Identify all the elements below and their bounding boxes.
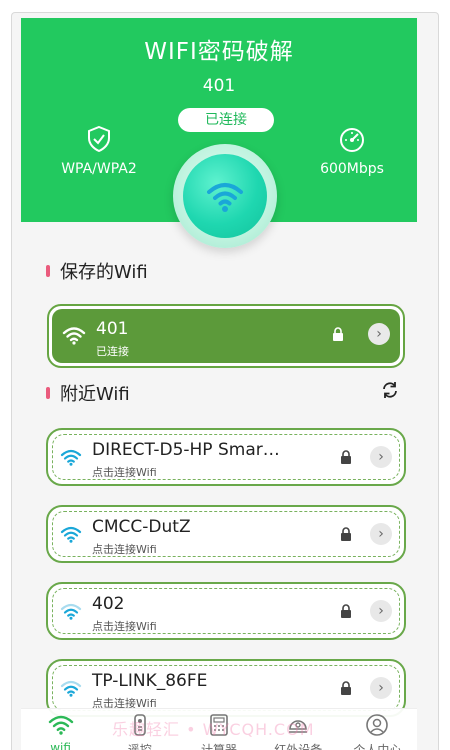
connect-hint: 点击连接Wifi xyxy=(92,620,157,633)
security-stat: WPA/WPA2 xyxy=(39,126,159,177)
speed-stat: 600Mbps xyxy=(292,126,412,177)
connect-orb-button[interactable] xyxy=(173,144,277,248)
tab-label: 遥控 xyxy=(127,743,152,750)
security-type-label: WPA/WPA2 xyxy=(61,161,137,177)
saved-network-status: 已连接 xyxy=(96,345,129,358)
wifi-signal-icon xyxy=(60,449,82,466)
network-name: 402 xyxy=(92,594,125,614)
chevron-right-icon[interactable]: › xyxy=(368,323,390,345)
saved-wifi-title: 保存的Wifi xyxy=(60,262,148,283)
speedometer-icon xyxy=(340,128,364,152)
saved-wifi-heading: 保存的Wifi xyxy=(46,258,148,284)
wifi-icon xyxy=(207,183,243,212)
nearby-wifi-heading: 附近Wifi xyxy=(46,380,130,406)
tab-label: 个人中心 xyxy=(353,743,402,750)
saved-network-inner: 401 已连接 › xyxy=(52,309,400,363)
wifi-icon xyxy=(48,715,73,735)
refresh-icon[interactable] xyxy=(380,380,400,400)
connection-status-badge: 已连接 xyxy=(178,108,274,132)
wifi-signal-icon xyxy=(60,526,82,543)
speed-label: 600Mbps xyxy=(320,161,384,177)
connect-hint: 点击连接Wifi xyxy=(92,543,157,556)
connected-ssid: 401 xyxy=(202,76,236,96)
wifi-signal-icon xyxy=(62,327,86,345)
lock-icon xyxy=(341,450,351,464)
tab-wifi[interactable]: wifi xyxy=(21,709,100,750)
tab-calculator[interactable]: 计算器 xyxy=(179,709,258,750)
saved-network-card[interactable]: 401 已连接 › xyxy=(47,304,405,368)
user-icon xyxy=(366,714,389,736)
tab-remote[interactable]: 遥控 xyxy=(100,709,179,750)
section-marker xyxy=(46,387,50,399)
shield-check-icon xyxy=(88,126,110,152)
chevron-right-icon[interactable]: › xyxy=(370,523,392,545)
infrared-icon xyxy=(289,720,308,733)
saved-network-name: 401 xyxy=(96,319,129,339)
tab-profile[interactable]: 个人中心 xyxy=(338,709,417,750)
nearby-wifi-title: 附近Wifi xyxy=(60,384,130,405)
section-marker xyxy=(46,265,50,277)
nearby-network-card[interactable]: CMCC-DutZ 点击连接Wifi › xyxy=(46,505,406,563)
remote-icon xyxy=(133,714,146,736)
tab-infrared[interactable]: 红外设备 xyxy=(259,709,338,750)
chevron-right-icon[interactable]: › xyxy=(370,446,392,468)
lock-icon xyxy=(341,681,351,695)
lock-icon xyxy=(341,527,351,541)
calculator-icon xyxy=(210,714,228,736)
chevron-right-icon[interactable]: › xyxy=(370,677,392,699)
lock-icon xyxy=(333,327,343,341)
wifi-signal-icon xyxy=(60,603,82,620)
nearby-network-card[interactable]: DIRECT-D5-HP Smar… 点击连接Wifi › xyxy=(46,428,406,486)
chevron-right-icon[interactable]: › xyxy=(370,600,392,622)
header-panel: WIFI密码破解 401 已连接 WPA/WPA2 600Mbps xyxy=(21,18,417,248)
tab-label: 计算器 xyxy=(201,743,238,750)
nearby-network-card[interactable]: 402 点击连接Wifi › xyxy=(46,582,406,640)
network-name: DIRECT-D5-HP Smar… xyxy=(92,440,280,460)
lock-icon xyxy=(341,604,351,618)
tab-label: 红外设备 xyxy=(274,743,323,750)
tab-label: wifi xyxy=(50,741,71,750)
app-title: WIFI密码破解 xyxy=(144,39,294,65)
network-name: TP-LINK_86FE xyxy=(92,671,208,691)
connect-hint: 点击连接Wifi xyxy=(92,466,157,479)
wifi-signal-icon xyxy=(60,680,82,697)
connect-orb-core xyxy=(183,154,267,238)
network-name: CMCC-DutZ xyxy=(92,517,191,537)
bottom-tab-bar: wifi 遥控 计算器 红外设备 个人中心 xyxy=(21,708,417,750)
